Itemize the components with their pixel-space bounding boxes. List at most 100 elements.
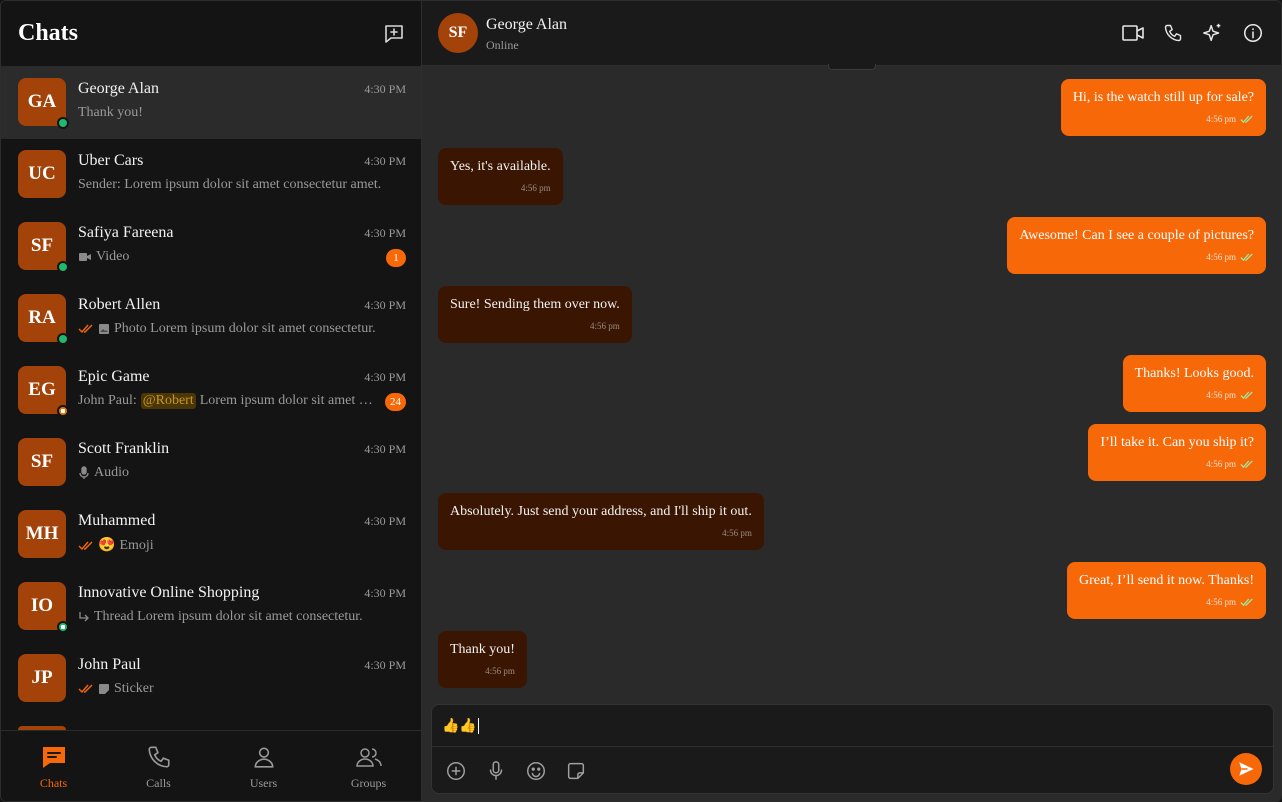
microphone-icon bbox=[489, 761, 503, 780]
microphone-icon bbox=[79, 466, 89, 479]
avatar-initials: RA bbox=[28, 307, 56, 328]
chat-item-scott-franklin[interactable]: SF Scott Franklin 4:30 PM Audio bbox=[1, 427, 421, 499]
chat-item-safiya-fareena[interactable]: SF Safiya Fareena 4:30 PM Video 1 bbox=[1, 211, 421, 283]
outgoing-message[interactable]: Thanks! Looks good. 4:56 pm bbox=[1122, 355, 1266, 412]
send-button[interactable] bbox=[1230, 753, 1262, 785]
nav-label: Chats bbox=[39, 776, 68, 790]
video-call-icon bbox=[1122, 25, 1144, 41]
chat-item-muhammed[interactable]: MH Muhammed 4:30 PM 😍 Emoji bbox=[1, 499, 421, 571]
outgoing-message[interactable]: I’ll take it. Can you ship it? 4:56 pm bbox=[1088, 424, 1266, 481]
chat-preview-text: Sticker bbox=[114, 681, 154, 696]
chat-preview-text: Thank you! bbox=[78, 105, 143, 120]
message-text: Sure! Sending them over now. bbox=[450, 297, 620, 312]
chat-app: Chats GA George Alan 4:30 PM Thank you! bbox=[0, 0, 1282, 802]
contact-avatar[interactable]: SF bbox=[438, 13, 478, 53]
user-icon bbox=[254, 747, 273, 768]
avatar-initials: MH bbox=[25, 523, 59, 544]
sticker-icon bbox=[99, 684, 109, 694]
chat-preview: Sender: Lorem ipsum dolor sit amet conse… bbox=[78, 177, 383, 193]
avatar: GA bbox=[18, 78, 69, 129]
message-composer: 👍👍 bbox=[431, 704, 1274, 794]
read-receipt-icon bbox=[1240, 253, 1253, 261]
message-input-value: 👍👍 bbox=[442, 718, 477, 734]
text-caret bbox=[477, 718, 479, 734]
chat-item-george-alan[interactable]: GA George Alan 4:30 PM Thank you! bbox=[1, 67, 421, 139]
nav-label: Groups bbox=[350, 776, 387, 790]
incoming-message[interactable]: Absolutely. Just send your address, and … bbox=[438, 493, 764, 550]
chat-time: 4:30 PM bbox=[364, 370, 406, 384]
video-call-button[interactable] bbox=[1121, 21, 1145, 45]
chat-preview: John Paul: @Robert Lorem ipsum dolor sit… bbox=[78, 393, 373, 409]
avatar: UC bbox=[18, 150, 66, 198]
avatar-initials: SF bbox=[30, 235, 54, 256]
attach-button[interactable] bbox=[444, 759, 468, 783]
message-text: Great, I’ll send it now. Thanks! bbox=[1079, 573, 1254, 588]
chat-name: Safiya Fareena bbox=[78, 224, 174, 241]
mention-tag: @Robert bbox=[140, 393, 196, 409]
chat-time: 4:30 PM bbox=[364, 82, 406, 96]
nav-groups[interactable]: Groups bbox=[316, 731, 421, 801]
phone-icon bbox=[1164, 24, 1182, 42]
nav-chats[interactable]: Chats bbox=[1, 731, 106, 801]
double-check-icon bbox=[78, 541, 93, 550]
chat-preview: Thread Lorem ipsum dolor sit amet consec… bbox=[78, 609, 383, 625]
message-input[interactable]: 👍👍 bbox=[442, 715, 1262, 737]
message-text: Hi, is the watch still up for sale? bbox=[1072, 90, 1254, 105]
chat-list: GA George Alan 4:30 PM Thank you! UC Ube… bbox=[1, 67, 421, 730]
video-icon bbox=[79, 253, 91, 261]
voice-call-button[interactable] bbox=[1161, 21, 1185, 45]
emoji-button[interactable] bbox=[524, 759, 548, 783]
chat-item-epic-game[interactable]: EG Epic Game 4:30 PM John Paul: @Robert … bbox=[1, 355, 421, 427]
message-text: Thank you! bbox=[450, 642, 515, 657]
ai-assist-button[interactable] bbox=[1201, 21, 1225, 45]
message-meta: 4:56 pm bbox=[1100, 455, 1254, 473]
incoming-message[interactable]: Thank you! 4:56 pm bbox=[438, 631, 527, 688]
chat-time: 4:30 PM bbox=[364, 298, 406, 312]
chat-name: Robert Allen bbox=[78, 296, 161, 313]
chat-preview: Sticker bbox=[78, 681, 383, 697]
nav-label: Calls bbox=[146, 776, 171, 790]
nav-calls[interactable]: Calls bbox=[106, 731, 211, 801]
incoming-message[interactable]: Sure! Sending them over now. 4:56 pm bbox=[438, 286, 632, 343]
avatar-initials: GA bbox=[27, 91, 57, 112]
nav-label: Users bbox=[249, 776, 278, 790]
new-chat-button[interactable] bbox=[381, 21, 407, 47]
message-meta: 4:56 pm bbox=[450, 524, 752, 542]
sidebar: Chats GA George Alan 4:30 PM Thank you! bbox=[1, 1, 422, 801]
avatar: SF bbox=[18, 222, 69, 273]
message-time: 4:56 pm bbox=[590, 321, 620, 331]
chat-item-uber-cars[interactable]: UC Uber Cars 4:30 PM Sender: Lorem ipsum… bbox=[1, 139, 421, 211]
nav-users[interactable]: Users bbox=[211, 731, 316, 801]
outgoing-message[interactable]: Awesome! Can I see a couple of pictures?… bbox=[1007, 217, 1266, 274]
avatar: RA bbox=[18, 294, 69, 345]
heart-eyes-emoji: 😍 bbox=[98, 538, 116, 553]
private-group-icon bbox=[57, 621, 69, 633]
message-time: 4:56 pm bbox=[520, 183, 551, 193]
sticker-button[interactable] bbox=[564, 759, 588, 783]
chat-preview-text: Sender: Lorem ipsum dolor sit amet conse… bbox=[78, 177, 382, 192]
message-time: 4:56 pm bbox=[485, 666, 515, 676]
chat-time: 4:30 PM bbox=[364, 226, 406, 240]
add-circle-icon bbox=[447, 762, 465, 780]
incoming-message[interactable]: Yes, it's available. 4:56 pm bbox=[438, 148, 563, 205]
chat-item-john-paul[interactable]: JP John Paul 4:30 PM Sticker bbox=[1, 643, 421, 715]
chat-time: 4:30 PM bbox=[364, 442, 406, 456]
outgoing-message[interactable]: Hi, is the watch still up for sale? 4:56… bbox=[1060, 79, 1266, 136]
emoji-icon bbox=[527, 762, 545, 780]
outgoing-message[interactable]: Great, I’ll send it now. Thanks! 4:56 pm bbox=[1067, 562, 1266, 619]
chat-preview: Thank you! bbox=[78, 105, 383, 121]
contact-name[interactable]: George Alan bbox=[486, 16, 567, 34]
info-button[interactable] bbox=[1241, 21, 1265, 45]
message-meta: 4:56 pm bbox=[450, 317, 620, 335]
message-list: Hi, is the watch still up for sale? 4:56… bbox=[422, 67, 1281, 702]
chat-item-innovative-online-shopping[interactable]: IO Innovative Online Shopping 4:30 PM Th… bbox=[1, 571, 421, 643]
composer-divider bbox=[432, 746, 1273, 747]
message-time: 4:56 pm bbox=[1206, 252, 1236, 262]
message-meta: 4:56 pm bbox=[1135, 386, 1254, 404]
chat-name: Uber Cars bbox=[78, 152, 144, 169]
voice-record-button[interactable] bbox=[484, 759, 508, 783]
message-meta: 4:56 pm bbox=[450, 662, 515, 680]
chats-icon bbox=[42, 747, 65, 768]
chat-item-robert-allen[interactable]: RA Robert Allen 4:30 PM Photo Lorem ipsu… bbox=[1, 283, 421, 355]
chat-name: George Alan bbox=[78, 80, 160, 97]
